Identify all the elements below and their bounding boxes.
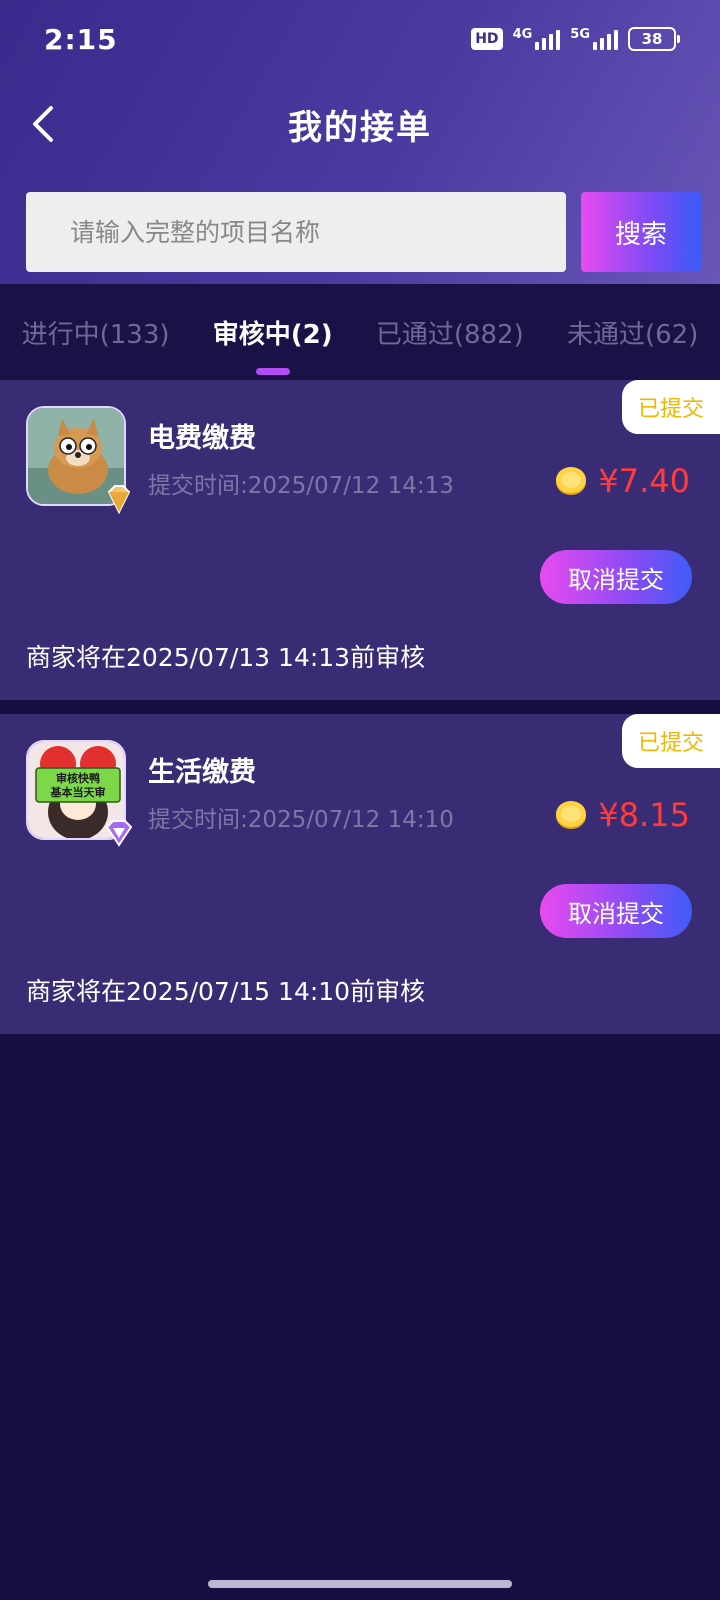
order-title: 电费缴费 bbox=[148, 423, 256, 454]
status-icons: HD 4G 5G 38 bbox=[471, 27, 680, 51]
order-price: ¥8.15 bbox=[554, 796, 690, 834]
order-price: ¥7.40 bbox=[554, 462, 690, 500]
nav-bar: 我的接单 bbox=[0, 88, 720, 160]
merchant-avatar bbox=[26, 406, 131, 515]
status-time: 2:15 bbox=[44, 22, 118, 56]
merchant-avatar: 审核快鸭 基本当天审 bbox=[26, 740, 133, 847]
page-title: 我的接单 bbox=[288, 107, 432, 148]
battery-icon: 38 bbox=[628, 27, 680, 51]
cancel-submission-button[interactable]: 取消提交 bbox=[540, 884, 692, 938]
signal-5g-icon: 5G bbox=[570, 28, 618, 50]
tab-under-review[interactable]: 审核中(2) bbox=[209, 314, 337, 375]
status-bar: 2:15 HD 4G 5G 38 bbox=[0, 0, 720, 78]
status-tabs: 进行中(133) 审核中(2) 已通过(882) 未通过(62) bbox=[0, 284, 720, 380]
review-deadline: 商家将在2025/07/13 14:13前审核 bbox=[26, 643, 426, 672]
search-button[interactable]: 搜索 bbox=[581, 192, 701, 272]
svg-text:基本当天审: 基本当天审 bbox=[50, 785, 106, 799]
hd-icon: HD bbox=[471, 28, 503, 50]
order-title: 生活缴费 bbox=[148, 757, 256, 788]
order-list: 已提交 电费缴费 提交时间:2025/07/12 14:13 ¥7.40 取消提… bbox=[0, 380, 720, 1048]
status-badge: 已提交 bbox=[622, 380, 720, 434]
tab-rejected[interactable]: 未通过(62) bbox=[563, 314, 702, 351]
coin-icon bbox=[556, 467, 587, 495]
price-value: ¥7.40 bbox=[598, 462, 690, 500]
search-input[interactable] bbox=[26, 192, 566, 272]
active-tab-indicator bbox=[255, 367, 290, 375]
price-value: ¥8.15 bbox=[598, 796, 690, 834]
svg-text:审核快鸭: 审核快鸭 bbox=[56, 771, 100, 785]
cancel-submission-button[interactable]: 取消提交 bbox=[540, 550, 692, 604]
chevron-left-icon bbox=[33, 106, 53, 142]
purple-diamond-badge-icon bbox=[105, 820, 133, 847]
status-badge: 已提交 bbox=[622, 714, 720, 768]
order-card[interactable]: 已提交 电费缴费 提交时间:2025/07/12 14:13 ¥7.40 取消提… bbox=[0, 380, 720, 700]
tab-approved[interactable]: 已通过(882) bbox=[372, 314, 528, 351]
signal-4g-icon: 4G bbox=[513, 28, 561, 50]
coin-icon bbox=[556, 801, 587, 829]
back-button[interactable] bbox=[18, 98, 70, 150]
order-card[interactable]: 已提交 审核快鸭 基本当天审 生活缴费 提交时间:2025/07/12 14:1… bbox=[0, 714, 720, 1034]
home-indicator[interactable] bbox=[208, 1580, 512, 1588]
tab-in-progress[interactable]: 进行中(133) bbox=[18, 314, 174, 351]
gold-diamond-badge-icon bbox=[107, 485, 131, 515]
search-bar: 搜索 bbox=[26, 192, 701, 272]
submit-time: 提交时间:2025/07/12 14:10 bbox=[148, 807, 454, 833]
review-deadline: 商家将在2025/07/15 14:10前审核 bbox=[26, 977, 426, 1006]
submit-time: 提交时间:2025/07/12 14:13 bbox=[148, 473, 454, 499]
